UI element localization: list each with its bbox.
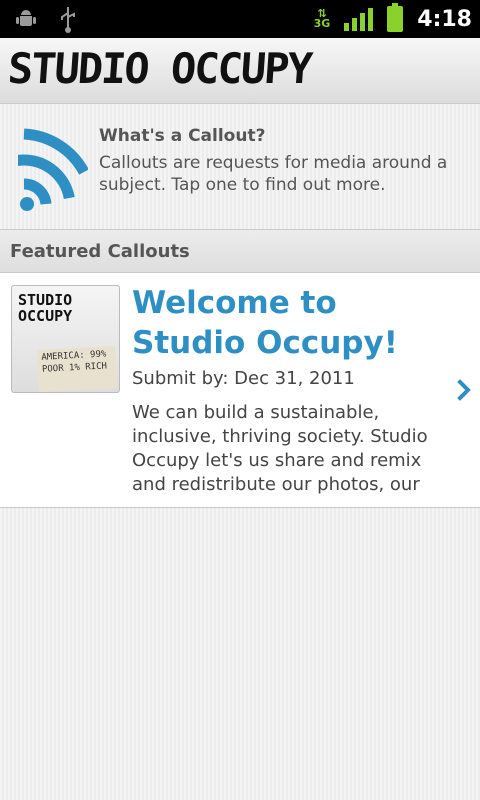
callout-title: Welcome to Studio Occupy! [132, 285, 398, 361]
callout-thumbnail: STUDIO OCCUPY AMERICA: 99% POOR 1% RICH [11, 285, 120, 393]
android-debug-icon [16, 10, 36, 26]
data-transfer-icon: ⇅ 3G [313, 7, 331, 30]
protest-sign: AMERICA: 99% POOR 1% RICH [36, 345, 118, 392]
chevron-right-icon[interactable] [455, 376, 475, 404]
section-title: Featured Callouts [10, 241, 190, 262]
callout-deadline: Submit by: Dec 31, 2011 [132, 368, 355, 389]
app-header: STUDIO OCCUPY [0, 38, 480, 104]
usb-icon [61, 7, 75, 33]
app-logo: STUDIO OCCUPY [6, 44, 313, 93]
thumbnail-logo: STUDIO OCCUPY [18, 291, 73, 325]
status-time: 4:18 [417, 6, 472, 32]
callout-description: We can build a sustainable, inclusive, t… [132, 402, 428, 495]
callout-item[interactable]: STUDIO OCCUPY AMERICA: 99% POOR 1% RICH … [0, 273, 480, 508]
info-description: Callouts are requests for media around a… [99, 153, 448, 195]
wifi-broadcast-icon [18, 128, 88, 211]
callout-info: What's a Callout? Callouts are requests … [0, 104, 480, 229]
section-header: Featured Callouts [0, 229, 480, 273]
status-bar: ⇅ 3G 4:18 [0, 0, 480, 38]
signal-icon [344, 7, 374, 31]
network-type: 3G [313, 17, 331, 30]
battery-icon [387, 3, 404, 32]
info-title: What's a Callout? [99, 126, 266, 146]
